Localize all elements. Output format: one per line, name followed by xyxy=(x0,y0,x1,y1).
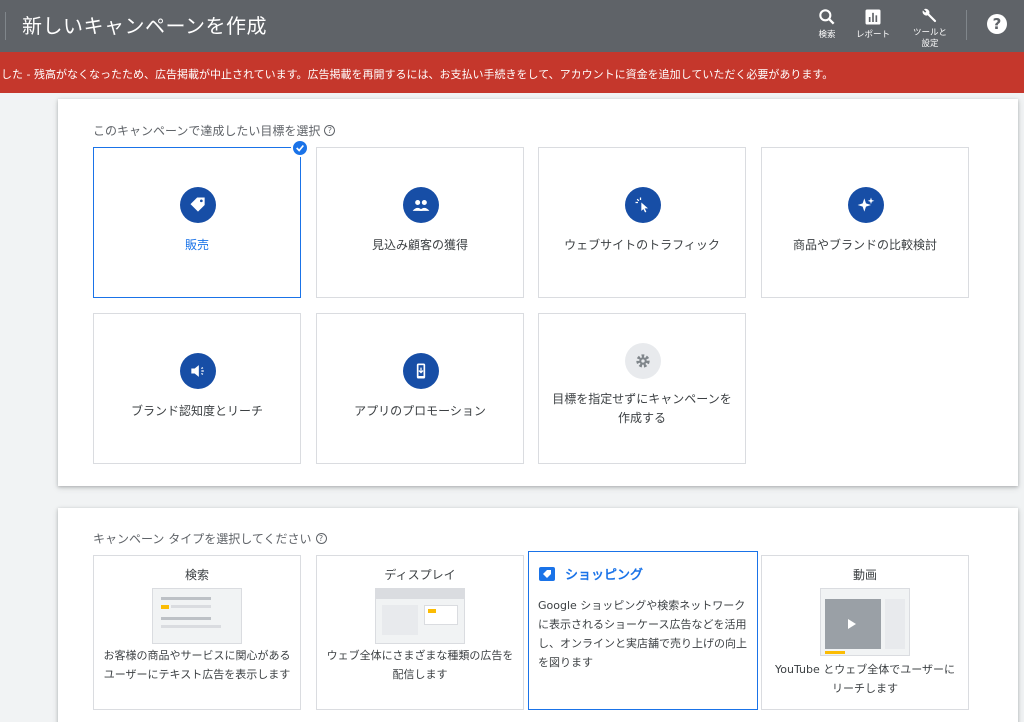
speaker-icon xyxy=(180,353,216,389)
type-title: ディスプレイ xyxy=(384,568,456,582)
search-icon xyxy=(819,9,835,25)
goal-label: 商品やブランドの比較検討 xyxy=(792,238,937,252)
search-button[interactable]: 検索 xyxy=(814,4,840,50)
goal-label: 販売 xyxy=(184,238,209,252)
cursor-click-icon xyxy=(625,187,661,223)
goal-label: 目標を指定せずにキャンペーンを作成する xyxy=(552,392,732,425)
type-tile-display[interactable]: ディスプレイ ウェブ全体にさまざまな種類の広告を配信します xyxy=(316,555,524,710)
header-separator xyxy=(966,10,967,40)
goal-heading-text: このキャンペーンで達成したい目標を選択 xyxy=(93,124,321,138)
type-tile-search[interactable]: 検索 お客様の商品やサービスに関心があるユーザーにテキスト広告を表示します xyxy=(93,555,301,710)
reports-button[interactable]: レポート xyxy=(852,4,894,50)
checkmark-icon xyxy=(291,139,309,157)
goal-label: ウェブサイトのトラフィック xyxy=(564,238,720,252)
type-title: 動画 xyxy=(852,568,877,582)
video-illustration-image xyxy=(820,588,910,656)
type-heading: キャンペーン タイプを選択してください ? xyxy=(93,530,327,547)
goal-label: 見込み顧客の獲得 xyxy=(371,238,468,252)
search-label: 検索 xyxy=(818,30,836,40)
type-tile-shopping[interactable]: ショッピング Google ショッピングや検索ネットワークに表示されるショーケー… xyxy=(528,551,758,710)
goal-tile-no-goal[interactable]: 目標を指定せずにキャンペーンを作成する xyxy=(538,313,746,464)
type-description: YouTube とウェブ全体でユーザーにリーチします xyxy=(774,663,955,695)
reports-label: レポート xyxy=(855,30,890,40)
shopping-tag-icon xyxy=(539,566,555,581)
goal-tile-leads[interactable]: 見込み顧客の獲得 xyxy=(316,147,524,298)
type-description: ウェブ全体にさまざまな種類の広告を配信します xyxy=(326,649,514,681)
wrench-icon xyxy=(922,8,937,23)
help-circle-icon[interactable]: ? xyxy=(324,125,336,136)
top-header: 新しいキャンペーンを作成 検索 レポート ツールと 設定 ? xyxy=(0,0,1024,52)
goal-tile-consideration[interactable]: 商品やブランドの比較検討 xyxy=(761,147,969,298)
goal-selection-card: このキャンペーンで達成したい目標を選択 ? 販売 見込み顧客の獲得 ウェブサイト… xyxy=(58,99,1018,486)
type-title: ショッピング xyxy=(539,564,643,583)
shopping-title-text: ショッピング xyxy=(565,568,644,583)
type-title: 検索 xyxy=(184,568,209,582)
people-icon xyxy=(403,187,439,223)
gear-icon xyxy=(625,343,661,379)
type-tile-video[interactable]: 動画 YouTube とウェブ全体でユーザーにリーチします xyxy=(761,555,969,710)
sparkle-icon xyxy=(848,187,884,223)
type-description: お客様の商品やサービスに関心があるユーザーにテキスト広告を表示します xyxy=(103,649,291,681)
search-illustration-image xyxy=(152,588,242,644)
header-divider xyxy=(5,12,6,40)
account-suspended-banner: した - 残高がなくなったため、広告掲載が中止されています。広告掲載を再開するに… xyxy=(0,52,1024,93)
help-button[interactable]: ? xyxy=(987,14,1007,34)
help-circle-icon[interactable]: ? xyxy=(315,533,327,544)
tools-settings-button[interactable]: ツールと 設定 xyxy=(908,4,952,50)
page-title: 新しいキャンペーンを作成 xyxy=(22,14,267,38)
reports-icon xyxy=(865,9,881,25)
phone-download-icon xyxy=(403,353,439,389)
display-illustration-image xyxy=(375,588,465,644)
goal-heading: このキャンペーンで達成したい目標を選択 ? xyxy=(93,122,336,139)
goal-tile-app-promotion[interactable]: アプリのプロモーション xyxy=(316,313,524,464)
type-heading-text: キャンペーン タイプを選択してください xyxy=(93,532,312,546)
goal-label: ブランド認知度とリーチ xyxy=(130,404,263,418)
campaign-type-card: キャンペーン タイプを選択してください ? 検索 お客様の商品やサービスに関心が… xyxy=(58,508,1018,722)
goal-label: アプリのプロモーション xyxy=(354,404,486,418)
tag-icon xyxy=(180,187,216,223)
goal-tile-sales[interactable]: 販売 xyxy=(93,139,309,298)
goal-tile-website-traffic[interactable]: ウェブサイトのトラフィック xyxy=(538,147,746,298)
goal-tile-awareness[interactable]: ブランド認知度とリーチ xyxy=(93,313,301,464)
tools-settings-label: ツールと 設定 xyxy=(912,28,947,49)
type-description: Google ショッピングや検索ネットワークに表示されるショーケース広告などを活… xyxy=(538,599,747,669)
